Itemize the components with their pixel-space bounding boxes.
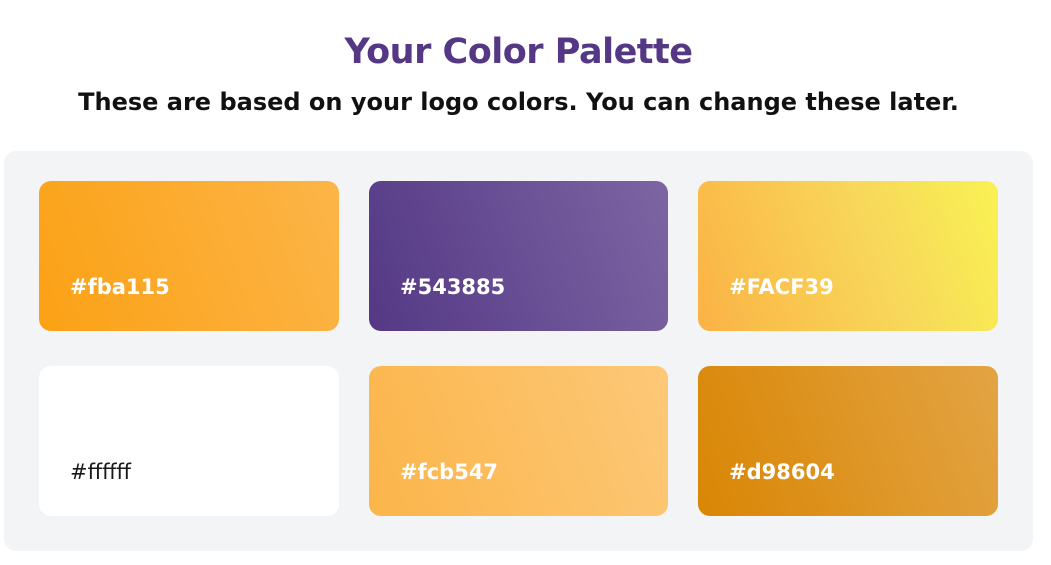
color-swatch-white[interactable]: #ffffff xyxy=(39,366,339,516)
page-subtitle: These are based on your logo colors. You… xyxy=(78,88,959,116)
swatch-hex-label: #ffffff xyxy=(70,460,132,484)
swatch-hex-label: #543885 xyxy=(400,275,506,299)
color-swatch-light-orange[interactable]: #fcb547 xyxy=(369,366,668,516)
page-title: Your Color Palette xyxy=(344,32,693,72)
swatch-hex-label: #FACF39 xyxy=(729,275,834,299)
swatch-grid: #fba115 #543885 #FACF39 #ffffff #fcb547 … xyxy=(39,181,998,516)
color-swatch-dark-orange[interactable]: #d98604 xyxy=(698,366,998,516)
swatch-hex-label: #fcb547 xyxy=(400,460,499,484)
color-swatch-secondary[interactable]: #543885 xyxy=(369,181,668,331)
color-palette-page: Your Color Palette These are based on yo… xyxy=(0,0,1051,565)
color-swatch-primary[interactable]: #fba115 xyxy=(39,181,339,331)
palette-panel: #fba115 #543885 #FACF39 #ffffff #fcb547 … xyxy=(4,151,1033,551)
color-swatch-tertiary[interactable]: #FACF39 xyxy=(698,181,998,331)
swatch-hex-label: #d98604 xyxy=(729,460,835,484)
swatch-hex-label: #fba115 xyxy=(70,275,170,299)
